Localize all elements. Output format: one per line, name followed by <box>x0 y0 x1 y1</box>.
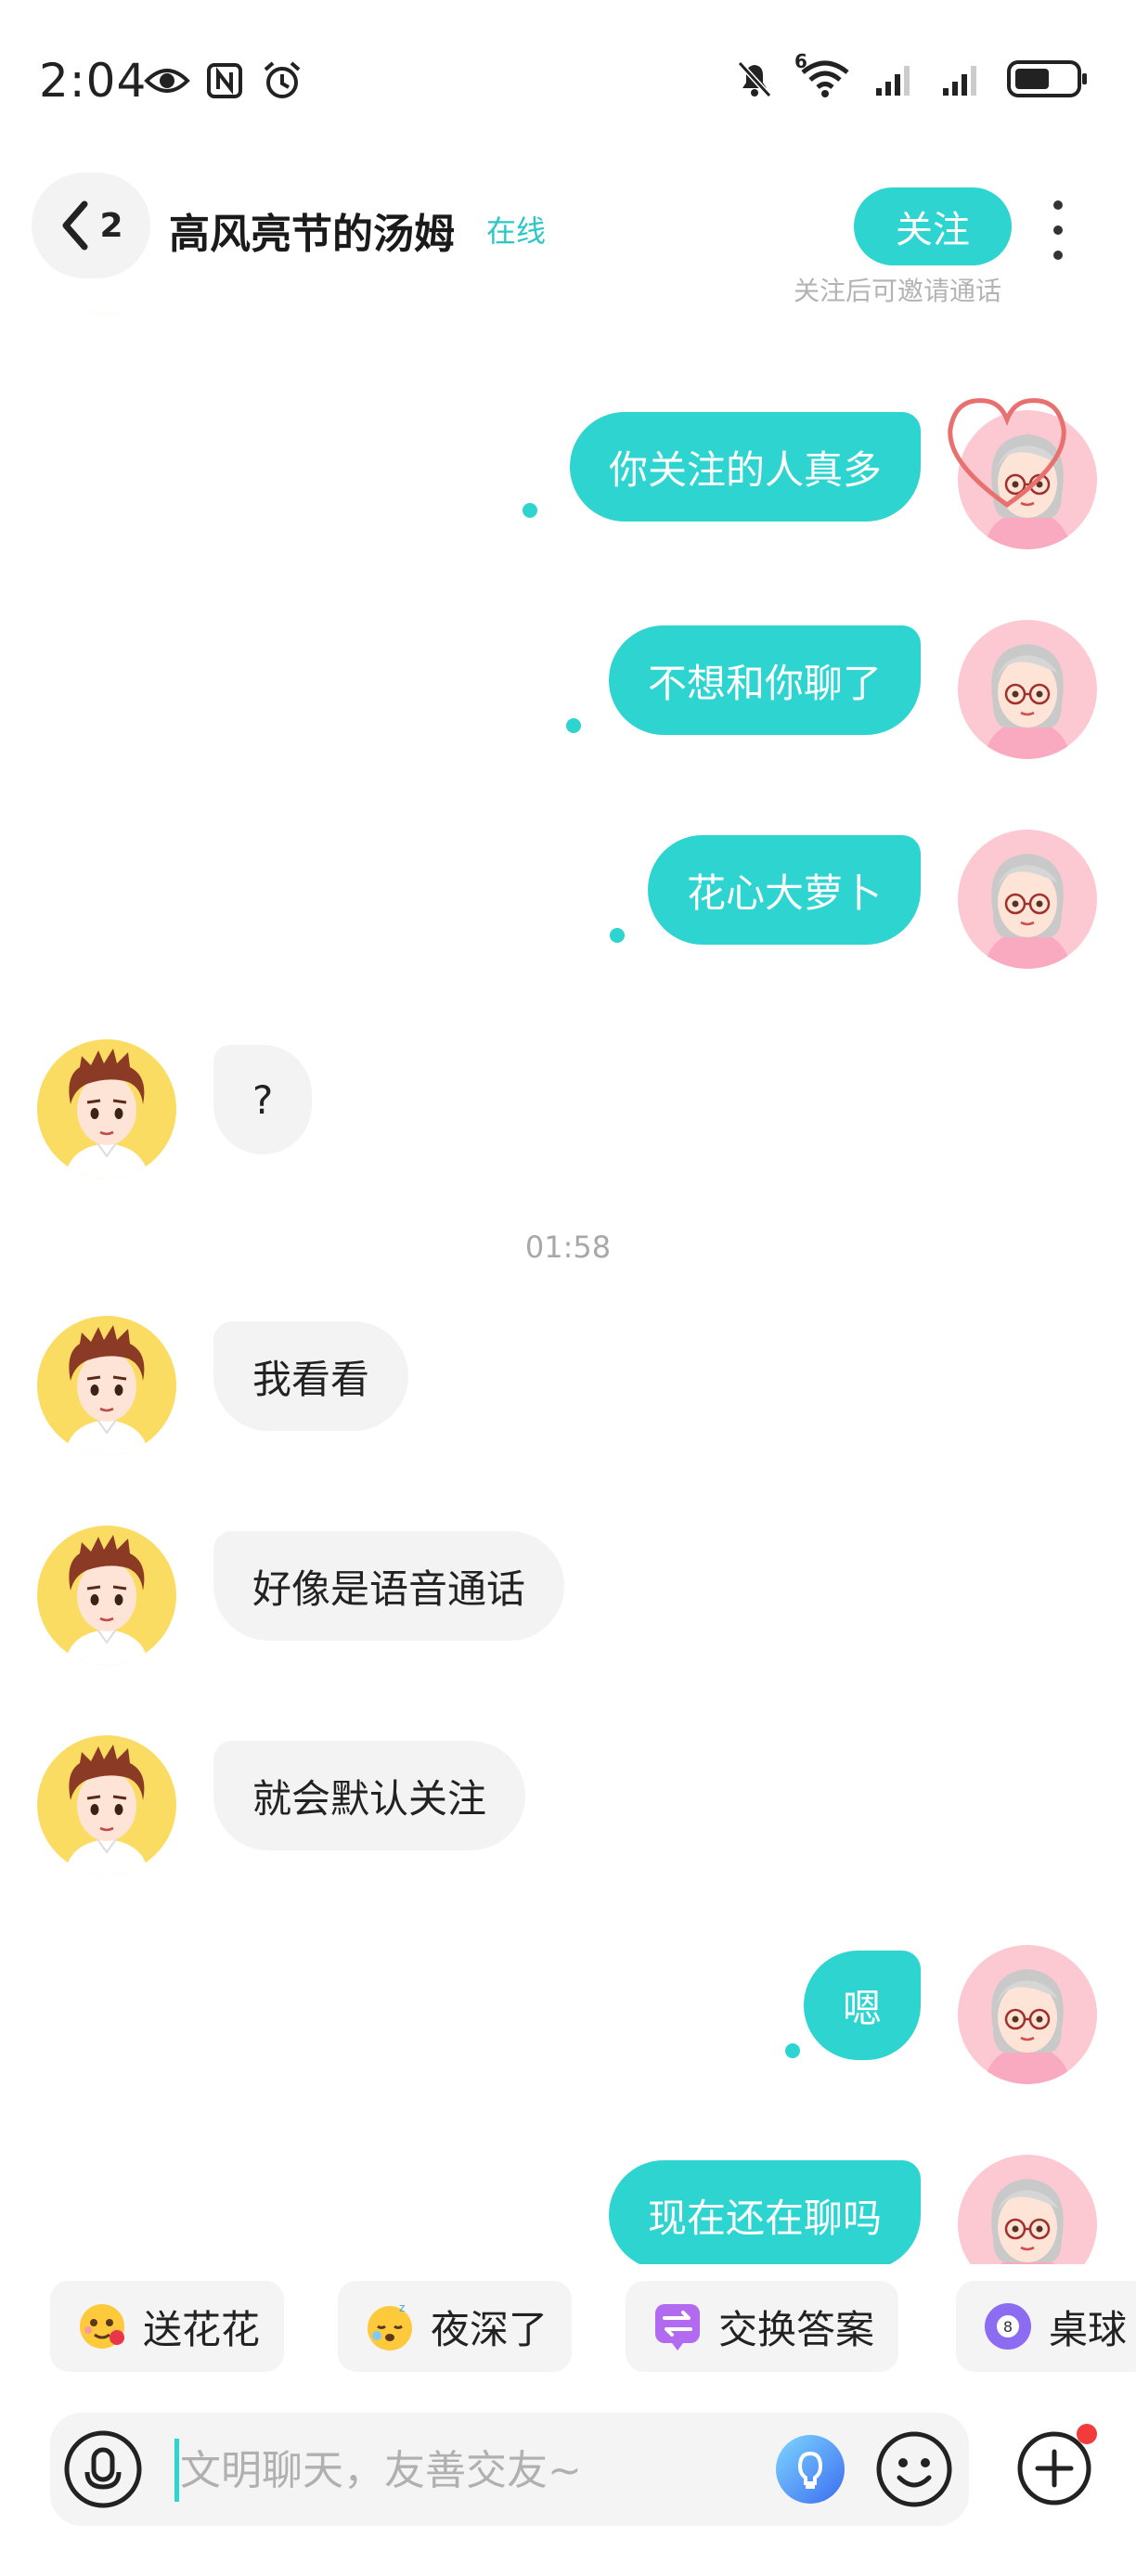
nfc-icon <box>201 59 248 102</box>
billiard-ball-icon: 8 <box>982 2300 1034 2352</box>
quick-reply-label: 送花花 <box>143 2306 261 2352</box>
status-time: 2:04 <box>39 54 148 108</box>
ai-assistant-icon[interactable] <box>774 2433 846 2505</box>
svg-text:z: z <box>399 2301 405 2314</box>
message-bubble-in[interactable]: 我看看 <box>213 1321 409 1431</box>
message-bubble-out[interactable]: 花心大萝卜 <box>647 835 921 945</box>
quick-reply-label: 夜深了 <box>431 2306 549 2352</box>
more-options-button[interactable] <box>1039 200 1077 260</box>
read-receipt-dot <box>566 718 581 733</box>
message-bubble-out[interactable]: 现在还在聊吗 <box>608 2160 921 2264</box>
voice-input-icon[interactable] <box>63 2429 143 2509</box>
avatar-me[interactable] <box>958 2155 1097 2264</box>
quick-reply-label: 桌球 <box>1049 2306 1128 2352</box>
follow-hint: 关注后可邀请通话 <box>794 276 1002 306</box>
avatar-other[interactable] <box>37 1735 176 1874</box>
notification-dot <box>1077 2424 1097 2444</box>
message-bubble-out[interactable]: 你关注的人真多 <box>569 412 921 522</box>
quick-reply-chip[interactable]: 交换答案 <box>626 2281 899 2372</box>
avatar-me[interactable] <box>958 620 1097 759</box>
message-bubble-out[interactable]: 嗯 <box>803 1951 921 2060</box>
status-left-icons <box>144 59 305 102</box>
unread-count: 2 <box>99 206 123 245</box>
online-status: 在线 <box>486 213 547 249</box>
avatar-me[interactable] <box>958 830 1097 969</box>
chat-list[interactable]: 你关注的人真多 不想和你聊了 花心大萝卜 ? 01:58 我看看 好像是语音通话… <box>0 306 1136 2264</box>
quick-reply-bar[interactable]: 送花花 z 夜深了 交换答案 8 桌球 <box>0 2281 1136 2374</box>
text-caret <box>174 2439 179 2502</box>
back-button[interactable]: 2 <box>32 173 150 278</box>
message-input-bar <box>50 2413 969 2526</box>
eye-icon <box>144 59 190 102</box>
read-receipt-dot <box>785 2043 800 2058</box>
message-input[interactable] <box>180 2439 737 2502</box>
alarm-icon <box>259 59 305 102</box>
quick-reply-chip[interactable]: z 夜深了 <box>338 2281 573 2372</box>
quick-reply-chip[interactable]: 8 桌球 <box>956 2281 1136 2372</box>
sleepy-emoji-icon: z <box>364 2300 416 2352</box>
wifi-6-label: 6 <box>794 50 807 72</box>
chevron-left-icon <box>62 200 88 251</box>
dot-icon <box>1053 251 1063 260</box>
read-receipt-dot <box>610 928 625 943</box>
follow-button[interactable]: 关注 <box>854 187 1012 265</box>
avatar-me[interactable] <box>958 1945 1097 2084</box>
message-bubble-in[interactable]: 就会默认关注 <box>213 1741 526 1850</box>
wifi-6-icon: 6 <box>794 50 852 100</box>
read-receipt-dot <box>523 503 537 518</box>
battery-icon <box>1006 58 1090 100</box>
dot-icon <box>1053 225 1063 235</box>
avatar-other[interactable] <box>37 1316 176 1455</box>
heart-frame-icon <box>948 398 1066 509</box>
dot-icon <box>1053 200 1063 210</box>
avatar-other[interactable] <box>48 306 165 314</box>
emoji-icon[interactable] <box>874 2429 954 2509</box>
avatar-other[interactable] <box>37 1526 176 1665</box>
quick-reply-label: 交换答案 <box>718 2306 875 2352</box>
quick-reply-chip[interactable]: 送花花 <box>50 2281 285 2372</box>
chat-header: 2 高风亮节的汤姆 在线 关注 关注后可邀请通话 <box>0 167 1136 306</box>
avatar-other[interactable] <box>37 1039 176 1179</box>
status-right-icons: 6 <box>731 50 1090 100</box>
status-bar: 2:04 6 <box>0 0 1136 158</box>
exchange-icon <box>652 2300 704 2352</box>
flower-emoji-icon <box>76 2300 128 2352</box>
contact-name[interactable]: 高风亮节的汤姆 <box>169 200 455 260</box>
message-bubble-out[interactable]: 不想和你聊了 <box>608 625 921 735</box>
mute-bell-icon <box>731 58 778 100</box>
message-bubble-in[interactable]: 好像是语音通话 <box>213 1531 565 1641</box>
signal-1-icon <box>872 58 919 100</box>
message-bubble-in[interactable]: ? <box>213 1045 313 1154</box>
svg-text:8: 8 <box>1003 2318 1013 2336</box>
signal-2-icon <box>939 58 986 100</box>
message-timestamp: 01:58 <box>524 1230 612 1265</box>
